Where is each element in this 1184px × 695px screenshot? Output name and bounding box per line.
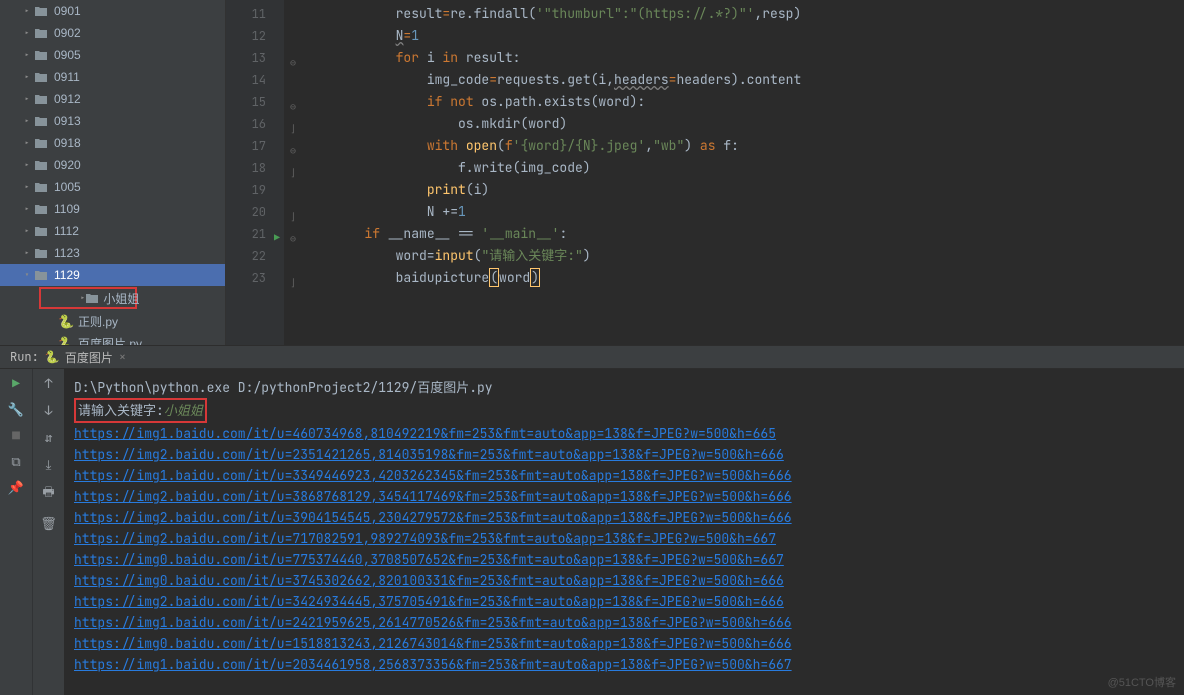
folder-label: 0911 xyxy=(54,70,80,84)
folder-icon xyxy=(34,70,50,84)
folder-label: 0902 xyxy=(54,26,81,40)
console-link[interactable]: https://img2.baidu.com/it/u=3904154545,2… xyxy=(74,509,792,526)
run-icon[interactable]: ▶ xyxy=(8,375,24,391)
folder-label: 0913 xyxy=(54,114,81,128)
folder-item[interactable]: ▸ 0913 xyxy=(0,110,225,132)
folder-label: 0901 xyxy=(54,4,81,18)
chevron-right-icon: ▸ xyxy=(20,27,34,39)
wrap-icon[interactable]: ⇵ xyxy=(45,429,53,446)
folder-icon xyxy=(34,246,50,260)
folder-item-1129[interactable]: ▾ 1129 xyxy=(0,264,225,286)
console-link[interactable]: https://img0.baidu.com/it/u=775374440,37… xyxy=(74,551,784,568)
up-icon[interactable]: ↑ xyxy=(45,375,53,392)
file-item[interactable]: 🐍 百度图片.py xyxy=(0,332,225,345)
down-icon[interactable]: ↓ xyxy=(45,402,53,419)
folder-label: 0912 xyxy=(54,92,81,106)
folder-icon xyxy=(34,202,50,216)
folder-icon xyxy=(34,268,50,282)
file-label: 百度图片.py xyxy=(78,335,142,346)
print-icon[interactable]: 🖶 xyxy=(42,483,54,505)
chevron-down-icon: ▾ xyxy=(20,269,34,281)
folder-item[interactable]: ▸ 1123 xyxy=(0,242,225,264)
layout-icon[interactable]: ⧉ xyxy=(8,453,24,469)
trash-icon[interactable]: 🗑 xyxy=(40,515,57,532)
file-label: 正则.py xyxy=(78,313,118,330)
run-toolbar-right: ↑ ↓ ⇵ ⤓ 🖶 🗑 xyxy=(32,369,64,695)
chevron-right-icon: ▸ xyxy=(20,115,34,127)
file-item[interactable]: 🐍 正则.py xyxy=(0,310,225,332)
chevron-right-icon: ▸ xyxy=(20,93,34,105)
folder-item[interactable]: ▸ 0901 xyxy=(0,0,225,22)
stop-icon[interactable]: ■ xyxy=(8,427,24,443)
folder-label: 1005 xyxy=(54,180,81,194)
folder-item-sub[interactable]: ▸ 小姐姐 xyxy=(39,287,137,309)
run-label: Run: xyxy=(10,349,39,365)
console-link[interactable]: https://img2.baidu.com/it/u=717082591,98… xyxy=(74,530,776,547)
chevron-right-icon: ▸ xyxy=(20,181,34,193)
chevron-right-icon: ▸ xyxy=(20,247,34,259)
console-link[interactable]: https://img2.baidu.com/it/u=3424934445,3… xyxy=(74,593,784,610)
folder-item[interactable]: ▸ 0911 xyxy=(0,66,225,88)
run-toolbar-left: ▶ 🔧 ■ ⧉ 📌 xyxy=(0,369,32,695)
watermark: @51CTO博客 xyxy=(1108,674,1176,690)
folder-item[interactable]: ▸ 1112 xyxy=(0,220,225,242)
chevron-right-icon: ▸ xyxy=(20,225,34,237)
folder-label: 1129 xyxy=(54,268,80,282)
scroll-icon[interactable]: ⤓ xyxy=(46,456,52,473)
folder-label: 0905 xyxy=(54,48,81,62)
folder-label: 1109 xyxy=(54,202,80,216)
folder-item[interactable]: ▸ 0918 xyxy=(0,132,225,154)
folder-label: 0920 xyxy=(54,158,81,172)
console-link[interactable]: https://img0.baidu.com/it/u=3745302662,8… xyxy=(74,572,784,589)
pin-icon[interactable]: 📌 xyxy=(8,479,24,495)
chevron-right-icon: ▸ xyxy=(20,5,34,17)
wrench-icon[interactable]: 🔧 xyxy=(8,401,24,417)
console-link[interactable]: https://img2.baidu.com/it/u=2351421265,8… xyxy=(74,446,784,463)
run-tab[interactable]: 🐍 百度图片 × xyxy=(39,349,132,366)
chevron-right-icon: ▸ xyxy=(20,137,34,149)
chevron-right-icon: ▸ xyxy=(20,203,34,215)
chevron-right-icon: ▸ xyxy=(20,49,34,61)
folder-item[interactable]: ▸ 1005 xyxy=(0,176,225,198)
folder-icon xyxy=(34,224,50,238)
python-icon: 🐍 xyxy=(58,336,74,345)
console-link[interactable]: https://img0.baidu.com/it/u=1518813243,2… xyxy=(74,635,792,652)
folder-item[interactable]: ▸ 1109 xyxy=(0,198,225,220)
folder-item[interactable]: ▸ 0912 xyxy=(0,88,225,110)
folder-label: 0918 xyxy=(54,136,81,150)
console-prompt: 请输入关键字:小姐姐 xyxy=(74,398,1174,423)
console-output[interactable]: D:\Python\python.exe D:/pythonProject2/1… xyxy=(64,369,1184,695)
chevron-right-icon: ▸ xyxy=(20,159,34,171)
folder-icon xyxy=(34,48,50,62)
folder-icon xyxy=(34,26,50,40)
folder-icon xyxy=(34,92,50,106)
console-link[interactable]: https://img1.baidu.com/it/u=3349446923,4… xyxy=(74,467,792,484)
folder-item[interactable]: ▸ 0902 xyxy=(0,22,225,44)
python-icon: 🐍 xyxy=(58,314,74,328)
python-icon: 🐍 xyxy=(45,350,61,364)
folder-icon xyxy=(34,114,50,128)
console-link[interactable]: https://img1.baidu.com/it/u=460734968,81… xyxy=(74,425,776,442)
chevron-right-icon: ▸ xyxy=(20,71,34,83)
folder-item[interactable]: ▸ 0920 xyxy=(0,154,225,176)
run-gutter-icon[interactable]: ▶ xyxy=(274,227,280,249)
folder-icon xyxy=(34,4,50,18)
folder-item[interactable]: ▸ 0905 xyxy=(0,44,225,66)
console-link[interactable]: https://img1.baidu.com/it/u=2421959625,2… xyxy=(74,614,792,631)
console-cmd: D:\Python\python.exe D:/pythonProject2/1… xyxy=(74,377,1174,398)
folder-icon xyxy=(85,291,99,305)
run-tool-window-header: Run: 🐍 百度图片 × xyxy=(0,345,1184,369)
close-icon[interactable]: × xyxy=(119,349,126,365)
folder-icon xyxy=(34,136,50,150)
folder-label: 1112 xyxy=(54,224,79,238)
folder-icon xyxy=(34,180,50,194)
project-tree[interactable]: ▸ 0901 ▸ 0902 ▸ 0905 ▸ 0911 ▸ 0912 ▸ 0913 ▸ 0918 ▸ 0920… xyxy=(0,0,226,345)
folder-label: 小姐姐 xyxy=(103,290,139,307)
folder-label: 1123 xyxy=(54,246,80,260)
console-link[interactable]: https://img2.baidu.com/it/u=3868768129,3… xyxy=(74,488,792,505)
folder-icon xyxy=(34,158,50,172)
console-link[interactable]: https://img1.baidu.com/it/u=2034461958,2… xyxy=(74,656,792,673)
